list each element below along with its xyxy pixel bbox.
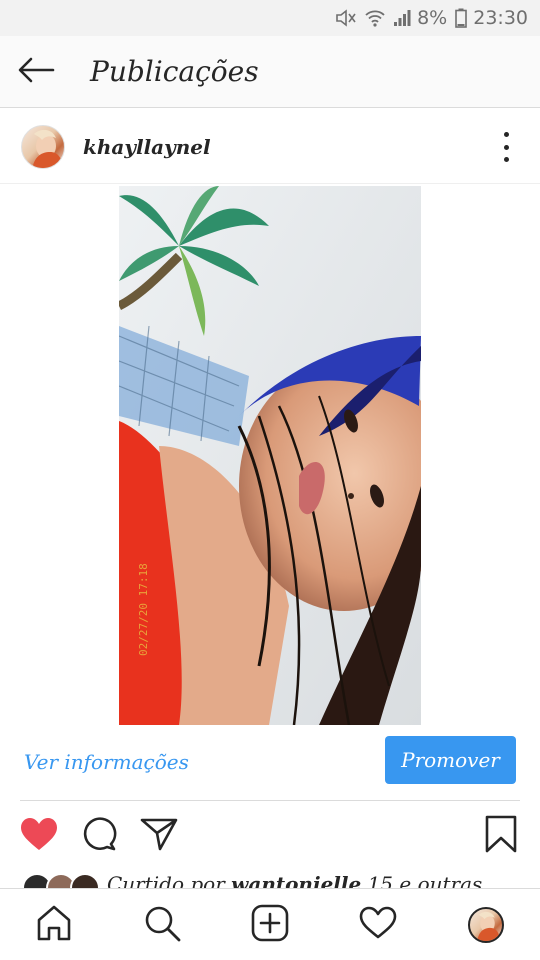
heart-filled-icon — [20, 817, 58, 855]
more-options-button[interactable] — [496, 132, 516, 162]
insights-row: Ver informações Promover — [0, 732, 540, 798]
view-insights-link[interactable]: Ver informações — [24, 750, 189, 774]
save-button[interactable] — [481, 815, 521, 857]
send-icon — [140, 817, 178, 855]
share-button[interactable] — [139, 816, 179, 856]
status-bar: 8% 23:30 — [0, 0, 540, 36]
like-button[interactable] — [19, 816, 59, 856]
search-icon — [143, 904, 181, 946]
dot-icon — [503, 132, 509, 137]
mute-icon — [335, 9, 357, 27]
battery-icon — [455, 8, 468, 28]
nav-home[interactable] — [32, 903, 76, 947]
back-arrow-icon — [17, 57, 55, 87]
signal-icon — [393, 9, 411, 27]
page-title: Publicações — [90, 55, 259, 88]
bottom-nav — [0, 888, 540, 960]
liker-avatars — [22, 873, 102, 888]
nav-activity[interactable] — [356, 903, 400, 947]
add-post-icon — [251, 904, 289, 946]
nav-new-post[interactable] — [248, 903, 292, 947]
post-photo[interactable]: 02/27/20 17:18 — [119, 186, 421, 725]
likes-prefix: Curtido por — [107, 872, 232, 888]
promote-button[interactable]: Promover — [385, 736, 516, 784]
avatar — [70, 873, 100, 888]
divider — [20, 800, 520, 801]
nav-search[interactable] — [140, 903, 184, 947]
photo-illustration — [119, 186, 421, 725]
avatar[interactable] — [21, 124, 65, 169]
photo-timestamp: 02/27/20 17:18 — [137, 563, 150, 656]
nav-profile[interactable] — [464, 903, 508, 947]
likes-text: Curtido por wantonielle 15 e outras — [107, 872, 482, 888]
likes-suffix: 15 e outras — [361, 872, 483, 888]
likes-summary[interactable]: Curtido por wantonielle 15 e outras — [0, 870, 540, 888]
activity-heart-icon — [359, 906, 397, 944]
post-header: khayllaynel — [0, 110, 540, 184]
home-icon — [35, 904, 73, 946]
dot-icon — [503, 144, 509, 150]
post-username[interactable]: khayllaynel — [83, 135, 211, 159]
bookmark-icon — [485, 815, 517, 857]
comment-button[interactable] — [79, 816, 119, 856]
battery-percent: 8% — [417, 7, 448, 29]
comment-icon — [81, 816, 117, 856]
back-button[interactable] — [0, 36, 72, 108]
app-header: Publicações — [0, 36, 540, 108]
profile-avatar — [468, 907, 504, 943]
clock: 23:30 — [473, 7, 528, 29]
wifi-icon — [365, 9, 385, 27]
post-actions — [0, 806, 540, 866]
liker-username[interactable]: wantonielle — [231, 872, 361, 888]
dot-icon — [503, 157, 509, 162]
